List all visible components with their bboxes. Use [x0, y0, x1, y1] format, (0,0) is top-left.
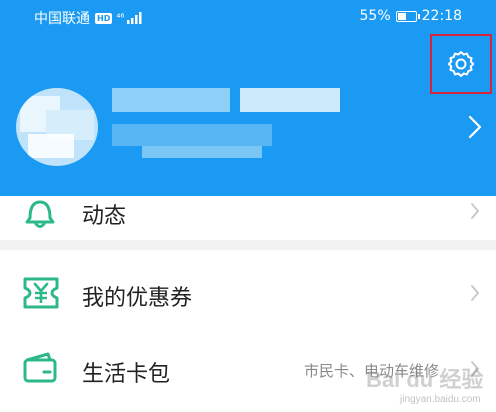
carrier-name: 中国联通 [34, 11, 90, 27]
menu-item-label: 动态 [82, 204, 127, 229]
status-left: 中国联通 HD ⁴⁶ [34, 8, 143, 28]
battery-level [397, 12, 407, 20]
menu-item-label: 我的优惠券 [82, 286, 193, 311]
menu-item-activity[interactable]: 动态 [0, 188, 496, 240]
status-right: 55% 22:18 [360, 8, 462, 24]
watermark-logo: Bai du 经验 [366, 367, 484, 392]
menu-item-label: 生活卡包 [82, 362, 171, 387]
signal-icon [127, 12, 142, 24]
chevron-right-icon [471, 285, 479, 301]
menu-item-coupons[interactable]: 我的优惠券 [0, 266, 496, 322]
battery-icon [395, 10, 420, 22]
chevron-right-icon[interactable] [468, 115, 482, 143]
clock: 22:18 [421, 8, 462, 24]
blurred-profile-name[interactable] [112, 88, 342, 160]
network-type: ⁴⁶ [116, 12, 125, 24]
settings-button[interactable] [430, 34, 492, 94]
chevron-right-icon [471, 203, 479, 219]
section-divider [0, 240, 496, 250]
wallet-icon [23, 352, 57, 383]
profile-header: 中国联通 HD ⁴⁶ 55% 22:18 [0, 0, 496, 196]
gear-icon [447, 51, 475, 77]
hd-badge: HD [95, 12, 113, 24]
status-bar: 中国联通 HD ⁴⁶ 55% 22:18 [0, 0, 496, 34]
bell-icon [25, 200, 55, 228]
watermark-url: jingyan.baidu.com [400, 394, 481, 405]
coupon-yen-icon [23, 277, 59, 309]
avatar[interactable] [16, 88, 98, 166]
battery-percent: 55% [359, 8, 391, 24]
